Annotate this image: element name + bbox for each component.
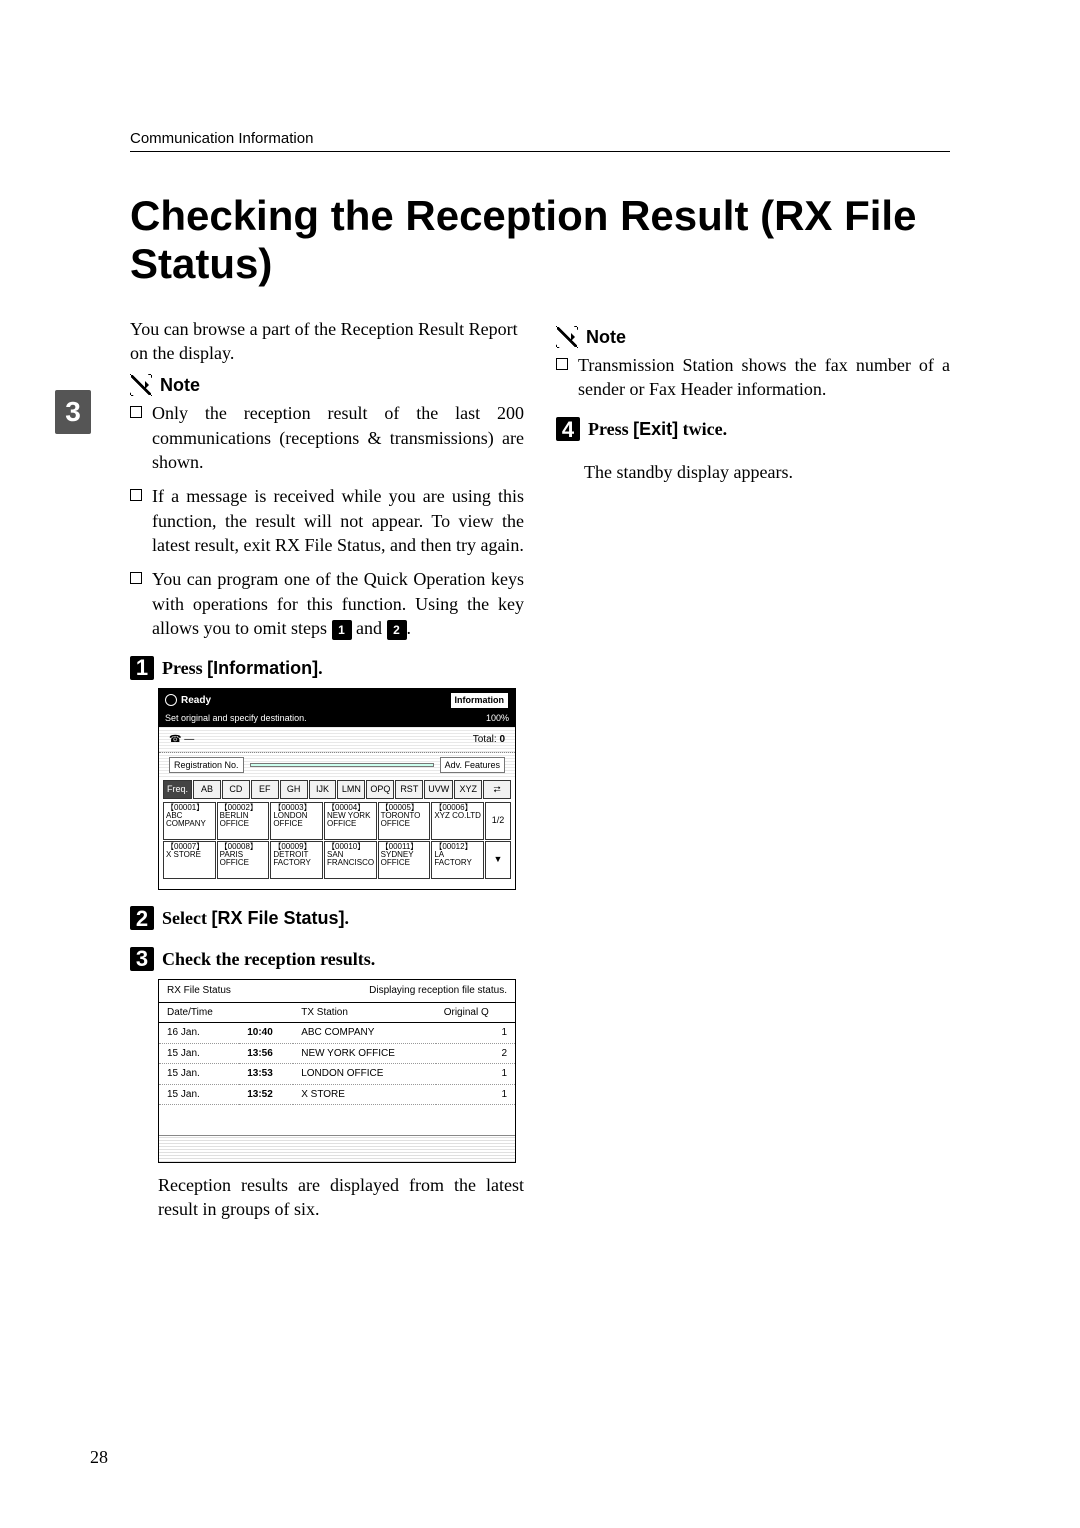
pencil-icon xyxy=(130,374,152,396)
note-list: Only the reception result of the last 20… xyxy=(130,401,524,640)
note-end: . xyxy=(407,618,412,638)
phone-icon: ☎ — xyxy=(169,733,194,747)
page-title: Checking the Reception Result (RX File S… xyxy=(130,192,950,289)
table-row: 15 Jan.13:56NEW YORK OFFICE2 xyxy=(159,1043,515,1064)
step-prefix: Select xyxy=(162,908,211,928)
step-1: 1 Press [Information]. xyxy=(130,656,524,680)
page-number: 28 xyxy=(90,1447,108,1468)
ss2-subtitle: Displaying reception file status. xyxy=(369,984,507,998)
step-number-icon: 2 xyxy=(130,906,154,930)
step-3: 3 Check the reception results. xyxy=(130,947,524,971)
step-ref-1-icon: 1 xyxy=(332,620,352,640)
rx-file-status-screenshot: RX File Status Displaying reception file… xyxy=(158,979,516,1163)
note-item: You can program one of the Quick Operati… xyxy=(130,567,524,640)
dest-00004[interactable]: 【00004】NEW YORK OFFICE xyxy=(324,802,377,840)
dest-00010[interactable]: 【00010】SAN FRANCISCO xyxy=(324,841,377,879)
left-column: You can browse a part of the Reception R… xyxy=(130,317,524,1222)
tab-gh[interactable]: GH xyxy=(280,780,308,798)
fax-panel-screenshot: Ready Information Set original and speci… xyxy=(158,688,516,890)
table-row: 15 Jan.13:52X STORE1 xyxy=(159,1084,515,1105)
dest-00003[interactable]: 【00003】LONDON OFFICE xyxy=(270,802,323,840)
rx-results-table: Date/Time TX Station Original Q 16 Jan.1… xyxy=(159,1003,515,1106)
step-suffix: . xyxy=(345,908,350,928)
running-head: Communication Information xyxy=(130,130,950,152)
step-4-text: Press [Exit] twice. xyxy=(588,417,727,441)
step-ui-label: [RX File Status] xyxy=(211,908,344,928)
step-4: 4 Press [Exit] twice. xyxy=(556,417,950,441)
dest-00006[interactable]: 【00006】XYZ CO.LTD xyxy=(431,802,484,840)
tab-lmn[interactable]: LMN xyxy=(337,780,365,798)
dest-00012[interactable]: 【00012】LA FACTORY xyxy=(431,841,484,879)
table-row: 15 Jan.13:53LONDON OFFICE1 xyxy=(159,1064,515,1085)
after-step4-text: The standby display appears. xyxy=(584,460,950,484)
lead-paragraph: You can browse a part of the Reception R… xyxy=(130,317,524,366)
note-item: If a message is received while you are u… xyxy=(130,484,524,557)
step-prefix: Press xyxy=(162,658,207,678)
col-datetime: Date/Time xyxy=(159,1003,239,1023)
note-item: Only the reception result of the last 20… xyxy=(130,401,524,474)
note-label: Note xyxy=(586,325,626,349)
col-original: Original Q xyxy=(436,1003,515,1023)
step-number-icon: 3 xyxy=(130,947,154,971)
note-heading: Note xyxy=(556,325,950,349)
tab-opq[interactable]: OPQ xyxy=(366,780,394,798)
pencil-icon xyxy=(556,326,578,348)
tab-ijk[interactable]: IJK xyxy=(309,780,337,798)
tab-xyz[interactable]: XYZ xyxy=(454,780,482,798)
tab-freq[interactable]: Freq. xyxy=(163,780,192,798)
step-number-icon: 1 xyxy=(130,656,154,680)
step-2-text: Select [RX File Status]. xyxy=(162,906,349,930)
table-row: 16 Jan.10:40ABC COMPANY1 xyxy=(159,1023,515,1044)
note-list: Transmission Station shows the fax numbe… xyxy=(556,353,950,402)
dest-00005[interactable]: 【00005】TORONTO OFFICE xyxy=(378,802,431,840)
memory-percent: 100% xyxy=(486,712,509,724)
page-indicator: 1/2 xyxy=(485,802,511,840)
scroll-down-icon[interactable]: ▼ xyxy=(485,841,511,879)
chapter-tab: 3 xyxy=(55,390,91,434)
tab-rst[interactable]: RST xyxy=(395,780,423,798)
dest-00009[interactable]: 【00009】DETROIT FACTORY xyxy=(270,841,323,879)
right-column: Note Transmission Station shows the fax … xyxy=(556,317,950,1222)
col-tx-station: TX Station xyxy=(293,1003,436,1023)
note-label: Note xyxy=(160,373,200,397)
step-3-text: Check the reception results. xyxy=(162,947,375,971)
step-suffix: twice. xyxy=(678,419,727,439)
note-item: Transmission Station shows the fax numbe… xyxy=(556,353,950,402)
step-ref-2-icon: 2 xyxy=(387,620,407,640)
tab-ef[interactable]: EF xyxy=(251,780,279,798)
step-number-icon: 4 xyxy=(556,417,580,441)
step-prefix: Press xyxy=(588,419,633,439)
tab-cd[interactable]: CD xyxy=(222,780,250,798)
dest-00007[interactable]: 【00007】X STORE xyxy=(163,841,216,879)
ss2-footer-bar xyxy=(159,1135,515,1162)
ready-indicator: Ready xyxy=(165,694,211,708)
switch-icon[interactable]: ⮂ xyxy=(483,780,511,798)
dest-00002[interactable]: 【00002】BERLIN OFFICE xyxy=(217,802,270,840)
registration-no-button[interactable]: Registration No. xyxy=(169,757,244,773)
panel-subtitle: Set original and specify destination. xyxy=(165,713,307,723)
dest-00011[interactable]: 【00011】SYDNEY OFFICE xyxy=(378,841,431,879)
note-heading: Note xyxy=(130,373,524,397)
step-1-text: Press [Information]. xyxy=(162,656,323,680)
step-ui-label: [Exit] xyxy=(633,419,678,439)
tab-ab[interactable]: AB xyxy=(193,780,221,798)
page-body: Communication Information Checking the R… xyxy=(130,130,950,1222)
step-suffix: . xyxy=(318,658,323,678)
ss2-title: RX File Status xyxy=(167,984,231,998)
dest-00008[interactable]: 【00008】PARIS OFFICE xyxy=(217,841,270,879)
step-2: 2 Select [RX File Status]. xyxy=(130,906,524,930)
total-value: 0 xyxy=(499,734,505,745)
after-ss2-text: Reception results are displayed from the… xyxy=(158,1173,524,1222)
address-grid: 【00001】ABC COMPANY 【00002】BERLIN OFFICE … xyxy=(159,802,515,883)
alpha-tabs: Freq. AB CD EF GH IJK LMN OPQ RST UVW XY… xyxy=(159,777,515,801)
step-ui-label: [Information] xyxy=(207,658,318,678)
note-conj: and xyxy=(352,618,387,638)
tab-uvw[interactable]: UVW xyxy=(424,780,453,798)
dest-00001[interactable]: 【00001】ABC COMPANY xyxy=(163,802,216,840)
adv-features-button[interactable]: Adv. Features xyxy=(440,757,505,773)
information-button[interactable]: Information xyxy=(450,692,510,708)
registration-field[interactable] xyxy=(250,763,434,767)
total-label: Total: xyxy=(473,734,497,745)
total-block: Total: 0 xyxy=(473,733,505,747)
